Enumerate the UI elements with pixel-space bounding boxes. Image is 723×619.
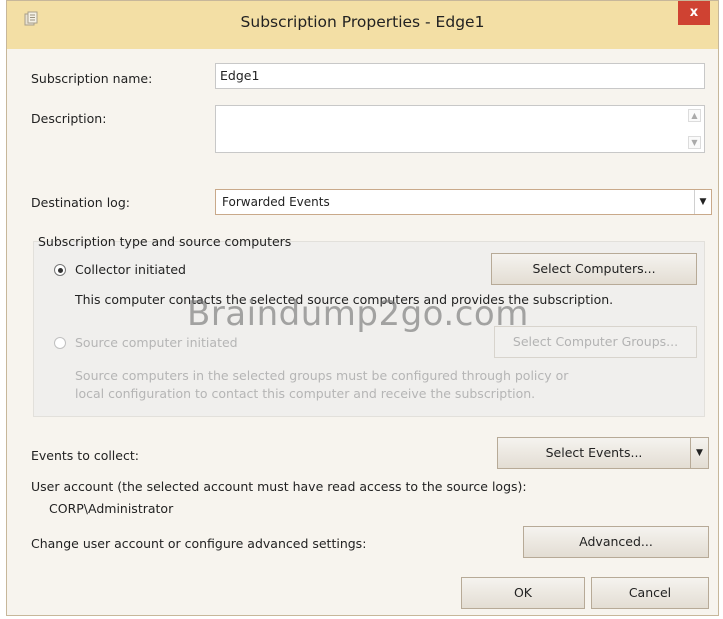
destination-log-value: Forwarded Events [222, 195, 330, 209]
user-account-label: User account (the selected account must … [31, 479, 527, 494]
select-computers-button[interactable]: Select Computers... [491, 253, 697, 285]
subscription-properties-dialog: Subscription Properties - Edge1 x Subscr… [6, 0, 719, 616]
description-label: Description: [31, 111, 107, 126]
subscription-name-label: Subscription name: [31, 71, 152, 86]
collector-initiated-radio[interactable] [54, 264, 66, 276]
subscription-type-group: Subscription type and source computers C… [33, 234, 705, 417]
source-description-line1: Source computers in the selected groups … [75, 368, 569, 383]
subscription-name-field[interactable]: Edge1 [215, 63, 705, 89]
source-initiated-radio[interactable] [54, 337, 66, 349]
advanced-button[interactable]: Advanced... [523, 526, 709, 558]
cancel-button[interactable]: Cancel [591, 577, 709, 609]
events-to-collect-label: Events to collect: [31, 448, 139, 463]
destination-log-label: Destination log: [31, 195, 130, 210]
chevron-down-icon[interactable]: ▼ [690, 438, 708, 468]
scroll-up-icon[interactable]: ▲ [688, 109, 701, 122]
ok-button[interactable]: OK [461, 577, 585, 609]
close-button[interactable]: x [678, 1, 710, 25]
user-account-value: CORP\Administrator [49, 501, 174, 516]
select-events-label: Select Events... [545, 445, 643, 460]
title-bar: Subscription Properties - Edge1 x [7, 1, 718, 49]
source-initiated-label[interactable]: Source computer initiated [75, 335, 238, 350]
subscription-name-label-text: Subscription name: [31, 71, 153, 86]
select-events-button[interactable]: Select Events... ▼ [497, 437, 709, 469]
advanced-settings-label: Change user account or configure advance… [31, 536, 367, 551]
chevron-down-icon[interactable]: ▼ [694, 190, 711, 214]
collector-initiated-label[interactable]: Collector initiated [75, 262, 186, 277]
select-computer-groups-button[interactable]: Select Computer Groups... [494, 326, 697, 358]
destination-log-select[interactable]: Forwarded Events ▼ [215, 189, 712, 215]
scroll-down-icon[interactable]: ▼ [688, 136, 701, 149]
description-field[interactable]: ▲ ▼ [215, 105, 705, 153]
group-title: Subscription type and source computers [38, 234, 292, 249]
collector-description: This computer contacts the selected sour… [75, 292, 614, 307]
source-description-line2: local configuration to contact this comp… [75, 386, 536, 401]
window-title: Subscription Properties - Edge1 [240, 13, 485, 31]
